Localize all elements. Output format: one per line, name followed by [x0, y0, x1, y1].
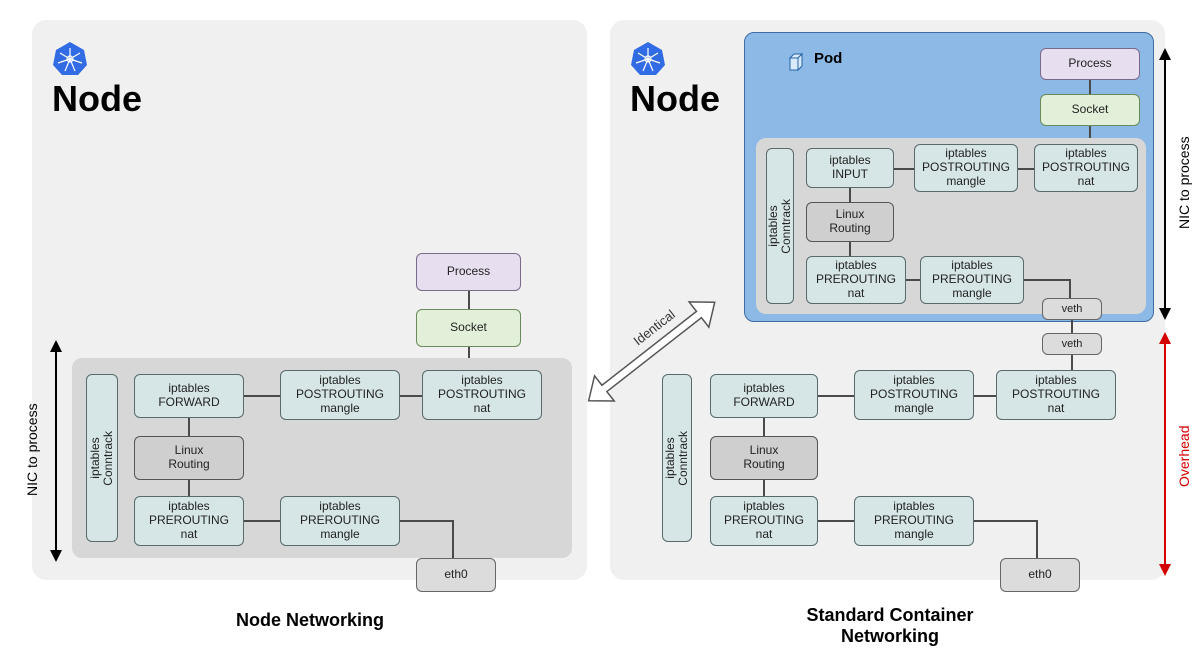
connector [1089, 80, 1091, 94]
pod-ipt-post-nat: iptables POSTROUTING nat [1034, 144, 1138, 192]
box-label: Process [1068, 57, 1111, 71]
right-ipt-post-nat: iptables POSTROUTING nat [996, 370, 1116, 420]
box-label: iptables Conntrack [89, 431, 115, 486]
connector [906, 279, 920, 281]
left-ipt-post-mangle: iptables POSTROUTING mangle [280, 370, 400, 420]
left-caption: Node Networking [180, 610, 440, 631]
box-label: iptables Conntrack [767, 199, 793, 254]
right-nic-arrow [1157, 48, 1173, 320]
box-label: veth [1062, 338, 1083, 351]
right-overhead-arrow [1157, 332, 1173, 576]
left-ipt-post-nat: iptables POSTROUTING nat [422, 370, 542, 420]
box-label: iptables PREROUTING mangle [932, 259, 1012, 300]
veth-inner: veth [1042, 298, 1102, 320]
connector [894, 168, 914, 170]
connector [818, 520, 854, 522]
box-label: veth [1062, 303, 1083, 316]
right-caption: Standard Container Networking [760, 605, 1020, 647]
left-socket: Socket [416, 309, 521, 347]
right-overhead-label: Overhead [1176, 416, 1192, 496]
connector [400, 395, 422, 397]
connector [244, 520, 280, 522]
box-label: iptables POSTROUTING mangle [922, 147, 1010, 188]
right-ipt-pre-nat: iptables PREROUTING nat [710, 496, 818, 546]
right-process: Process [1040, 48, 1140, 80]
box-label: iptables FORWARD [158, 382, 219, 410]
pod-linux-routing: Linux Routing [806, 202, 894, 242]
box-label: iptables POSTROUTING nat [1012, 374, 1100, 415]
left-ipt-pre-nat: iptables PREROUTING nat [134, 496, 244, 546]
connector [468, 291, 470, 309]
pod-ipt-input: iptables INPUT [806, 148, 894, 188]
box-label: iptables PREROUTING nat [149, 500, 229, 541]
pod-label: Pod [814, 50, 842, 67]
pod-ipt-pre-nat: iptables PREROUTING nat [806, 256, 906, 304]
box-label: iptables PREROUTING nat [816, 259, 896, 300]
right-socket: Socket [1040, 94, 1140, 126]
left-ipt-forward: iptables FORWARD [134, 374, 244, 418]
box-label: Linux Routing [829, 208, 870, 236]
connector [849, 242, 851, 256]
connector [244, 395, 280, 397]
box-label: Linux Routing [743, 444, 784, 472]
connector [1071, 320, 1073, 333]
right-nic-label: NIC to process [1176, 128, 1192, 238]
box-label: Socket [450, 321, 487, 335]
pod-cube-icon [786, 52, 806, 72]
box-label: Linux Routing [168, 444, 209, 472]
left-conntrack: iptables Conntrack [86, 374, 118, 542]
kubernetes-icon [630, 40, 666, 76]
box-label: Process [447, 265, 490, 279]
box-label: eth0 [444, 568, 467, 582]
connector [763, 480, 765, 496]
left-node-title: Node [52, 78, 142, 120]
box-label: iptables Conntrack [664, 431, 690, 486]
left-ipt-pre-mangle: iptables PREROUTING mangle [280, 496, 400, 546]
box-label: iptables INPUT [829, 154, 870, 182]
identical-arrow [556, 292, 756, 422]
pod-conntrack: iptables Conntrack [766, 148, 794, 304]
connector [763, 418, 765, 436]
box-label: iptables PREROUTING nat [724, 500, 804, 541]
right-ipt-pre-mangle: iptables PREROUTING mangle [854, 496, 974, 546]
left-eth0: eth0 [416, 558, 496, 592]
veth-outer: veth [1042, 333, 1102, 355]
box-label: iptables POSTROUTING nat [438, 374, 526, 415]
left-linux-routing: Linux Routing [134, 436, 244, 480]
connector [188, 418, 190, 436]
left-process: Process [416, 253, 521, 291]
box-label: iptables POSTROUTING nat [1042, 147, 1130, 188]
pod-ipt-post-mangle: iptables POSTROUTING mangle [914, 144, 1018, 192]
connector [188, 480, 190, 496]
kubernetes-icon [52, 40, 88, 76]
right-node-title: Node [630, 78, 720, 120]
right-ipt-post-mangle: iptables POSTROUTING mangle [854, 370, 974, 420]
connector [818, 395, 854, 397]
connector [1018, 168, 1034, 170]
left-nic-arrow [48, 340, 64, 562]
box-label: iptables POSTROUTING mangle [870, 374, 958, 415]
box-label: iptables POSTROUTING mangle [296, 374, 384, 415]
connector [849, 188, 851, 202]
left-nic-label: NIC to process [24, 395, 40, 505]
box-label: iptables PREROUTING mangle [874, 500, 954, 541]
box-label: Socket [1072, 103, 1109, 117]
pod-ipt-pre-mangle: iptables PREROUTING mangle [920, 256, 1024, 304]
right-linux-routing: Linux Routing [710, 436, 818, 480]
box-label: eth0 [1028, 568, 1051, 582]
box-label: iptables PREROUTING mangle [300, 500, 380, 541]
connector [974, 395, 996, 397]
right-eth0: eth0 [1000, 558, 1080, 592]
